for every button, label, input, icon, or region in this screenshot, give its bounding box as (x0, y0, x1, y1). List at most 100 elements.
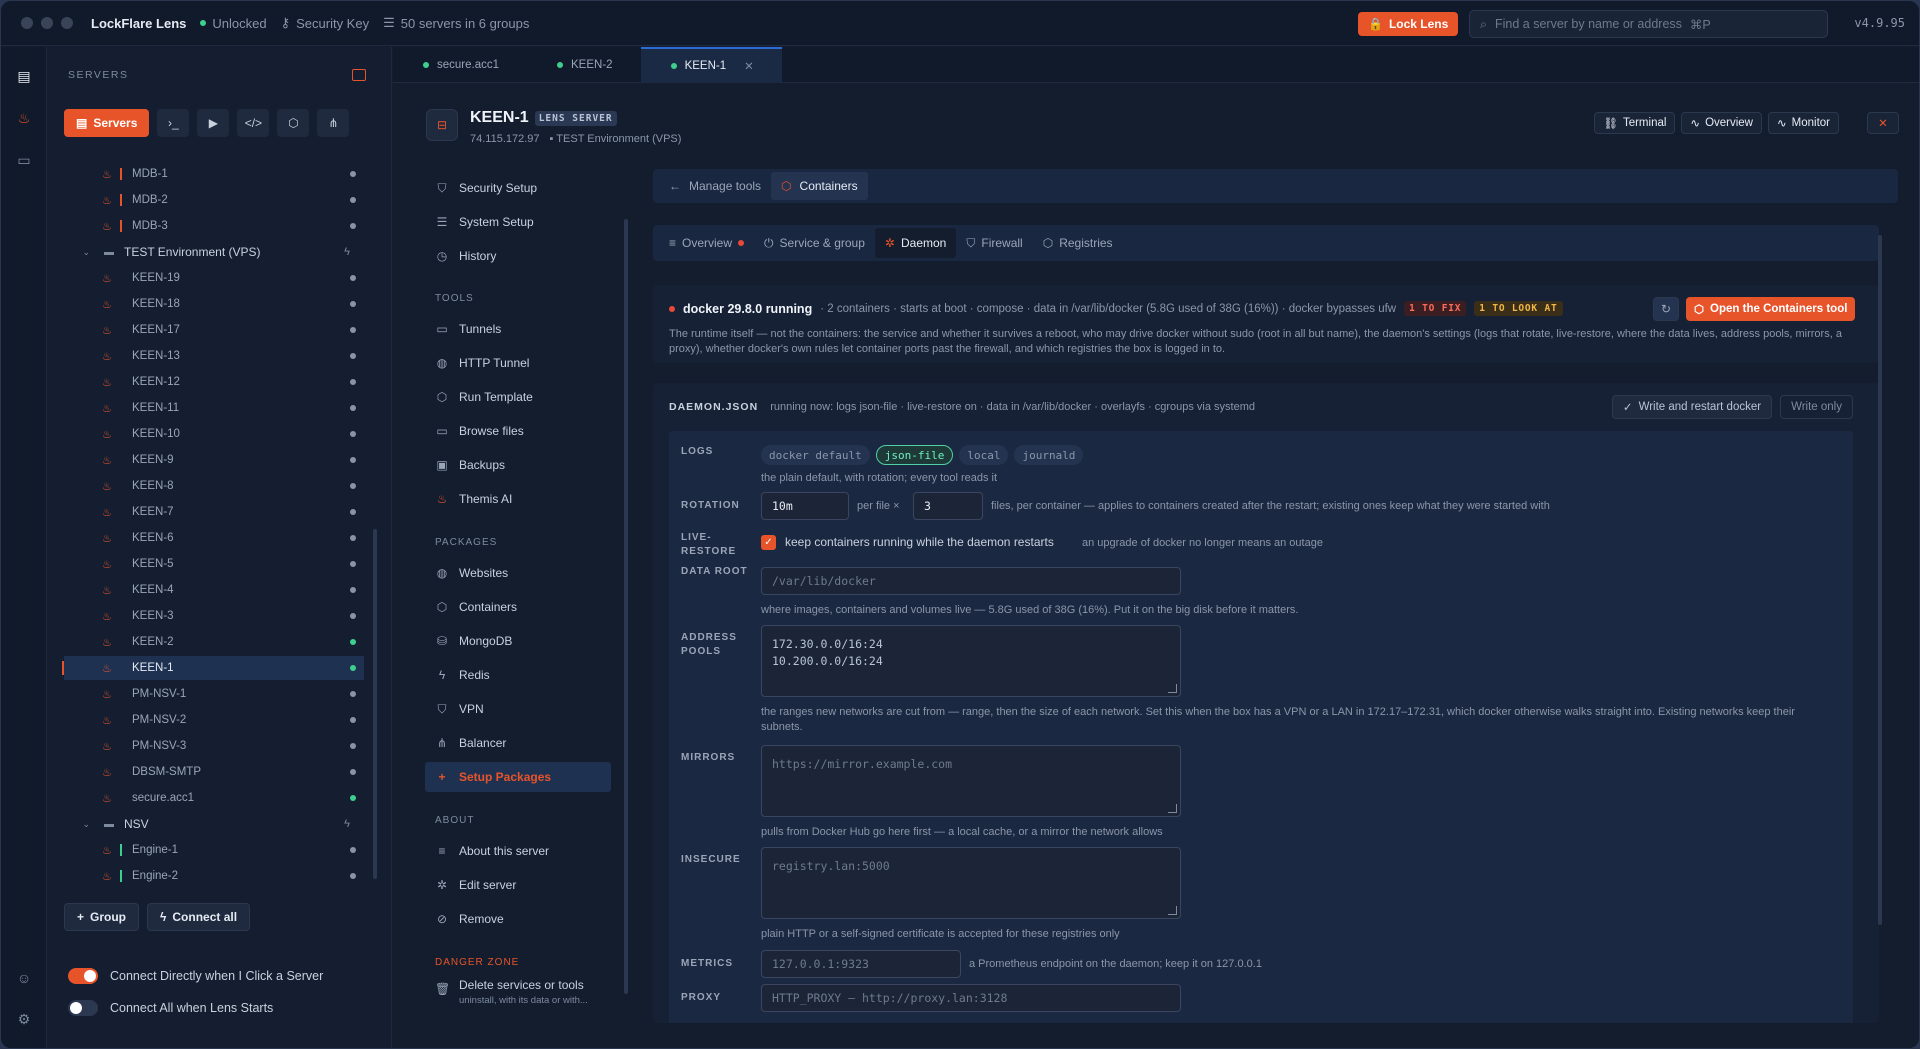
tree-server[interactable]: ♨ KEEN-19 (64, 266, 364, 290)
menu-vpn[interactable]: ⛉ VPN (425, 694, 611, 724)
play-tab[interactable]: ▶ (197, 109, 230, 137)
add-group-button[interactable]: + Group (64, 903, 140, 931)
tree-server[interactable]: ♨ KEEN-2 (64, 630, 364, 654)
menu-setup-packages[interactable]: + Setup Packages (425, 762, 611, 792)
log-driver-option[interactable]: journald (1014, 445, 1084, 465)
tab-registries[interactable]: ⬡ Registries (1033, 228, 1123, 258)
connect-all-button[interactable]: ϟ Connect all (147, 903, 251, 931)
menu-containers[interactable]: ⬡ Containers (425, 592, 611, 622)
tree-server[interactable]: ♨ KEEN-11 (64, 396, 364, 420)
package-tab[interactable]: ⬡ (277, 109, 310, 137)
menu-mongodb[interactable]: ⛁ MongoDB (425, 626, 611, 656)
tab-firewall[interactable]: ⛉ Firewall (956, 228, 1032, 258)
menu-system-setup[interactable]: ☰ System Setup (425, 207, 611, 237)
tree-server[interactable]: ♨ MDB-2 (64, 188, 364, 212)
menu-websites[interactable]: ◍ Websites (425, 558, 611, 588)
terminal-button[interactable]: ⛓ Terminal (1594, 112, 1676, 134)
rotation-size-input[interactable]: 10m (761, 492, 849, 520)
tree-group[interactable]: ⌄ ▬ TEST Environment (VPS) ϟ (64, 240, 364, 264)
log-driver-option[interactable]: docker default (761, 445, 870, 465)
tree-server[interactable]: ♨ KEEN-17 (64, 318, 364, 342)
servers-rail-icon[interactable]: ▤ (15, 67, 33, 85)
refresh-button[interactable]: ↻ (1653, 297, 1679, 321)
metrics-input[interactable]: 127.0.0.1:9323 (761, 950, 961, 978)
sidebar-collapse-icon[interactable] (352, 69, 366, 81)
tree-server[interactable]: ♨ PM-NSV-3 (64, 734, 364, 758)
gear-icon[interactable]: ⚙ (15, 1010, 33, 1028)
connect-all-start-toggle[interactable] (68, 1000, 98, 1016)
tree-server[interactable]: ♨ MDB-1 (64, 162, 364, 186)
tree-server[interactable]: ♨ KEEN-7 (64, 500, 364, 524)
tree-server[interactable]: ♨ KEEN-18 (64, 292, 364, 316)
menu-themis-ai[interactable]: ♨ Themis AI (425, 484, 611, 514)
tree-server[interactable]: ♨ Engine-2 (64, 864, 364, 888)
menu-browse-files[interactable]: ▭ Browse files (425, 416, 611, 446)
mirrors-textarea[interactable]: https://mirror.example.com (761, 745, 1181, 817)
server-tab[interactable]: KEEN-2 (527, 47, 641, 83)
address-pools-textarea[interactable]: 172.30.0.0/16:24 10.200.0.0/16:24 (761, 625, 1181, 697)
tree-server[interactable]: ♨ KEEN-6 (64, 526, 364, 550)
live-restore-checkbox[interactable]: ✓ (761, 535, 776, 550)
maximize-window-button[interactable] (61, 17, 73, 29)
log-driver-option[interactable]: local (959, 445, 1009, 465)
tree-server[interactable]: ♨ KEEN-9 (64, 448, 364, 472)
content-scrollbar[interactable] (1878, 235, 1882, 925)
menu-run-template[interactable]: ⬡ Run Template (425, 382, 611, 412)
tree-server[interactable]: ♨ secure.acc1 (64, 786, 364, 810)
tree-server[interactable]: ♨ PM-NSV-2 (64, 708, 364, 732)
network-tab[interactable]: ⋔ (317, 109, 350, 137)
tab-daemon[interactable]: ✲ Daemon (874, 228, 957, 258)
minimize-window-button[interactable] (41, 17, 53, 29)
users-rail-icon[interactable]: ☺ (15, 969, 33, 987)
menu-about-server[interactable]: ≡ About this server (425, 836, 611, 866)
log-driver-option[interactable]: json-file (875, 445, 954, 465)
lock-lens-button[interactable]: 🔒 Lock Lens (1358, 12, 1459, 36)
tab-service-group[interactable]: ⏻ Service & group (754, 228, 875, 258)
terminal-tab[interactable]: ›_ (157, 109, 190, 137)
servers-tab[interactable]: ▤ Servers (64, 109, 150, 137)
folder-rail-icon[interactable]: ▭ (15, 151, 33, 169)
manage-tools-link[interactable]: ← Manage tools (659, 172, 771, 200)
menu-redis[interactable]: ϟ Redis (425, 660, 611, 690)
insecure-textarea[interactable]: registry.lan:5000 (761, 847, 1181, 919)
flame-rail-icon[interactable]: ♨ (15, 109, 33, 127)
tree-server[interactable]: ♨ MDB-3 (64, 214, 364, 238)
write-restart-button[interactable]: ✓ Write and restart docker (1611, 395, 1773, 419)
tree-server[interactable]: ♨ Engine-1 (64, 838, 364, 862)
menu-http-tunnel[interactable]: ◍ HTTP Tunnel (425, 348, 611, 378)
write-only-button[interactable]: Write only (1780, 395, 1853, 419)
menu-backups[interactable]: ▣ Backups (425, 450, 611, 480)
close-window-button[interactable] (21, 17, 33, 29)
rotation-files-input[interactable]: 3 (913, 492, 983, 520)
containers-crumb[interactable]: ⬡ Containers (771, 172, 868, 200)
close-icon[interactable]: ✕ (744, 59, 754, 73)
tab-overview[interactable]: ≡ Overview (659, 228, 754, 258)
menu-edit-server[interactable]: ✲ Edit server (425, 870, 611, 900)
menu-delete-services[interactable]: 🗑 Delete services or tools uninstall, with… (425, 978, 611, 1012)
tree-server[interactable]: ♨ KEEN-8 (64, 474, 364, 498)
server-tab[interactable]: secure.acc1 (393, 47, 527, 83)
overview-button[interactable]: ∿ Overview (1681, 112, 1762, 134)
menu-scrollbar[interactable] (624, 219, 628, 994)
tree-server[interactable]: ♨ PM-NSV-1 (64, 682, 364, 706)
tree-server[interactable]: ♨ KEEN-5 (64, 552, 364, 576)
menu-balancer[interactable]: ⋔ Balancer (425, 728, 611, 758)
server-tab[interactable]: KEEN-1 ✕ (640, 47, 782, 83)
code-tab[interactable]: </> (237, 109, 270, 137)
tree-server[interactable]: ♨ KEEN-4 (64, 578, 364, 602)
open-containers-tool-button[interactable]: ⬡ Open the Containers tool (1686, 297, 1856, 321)
menu-remove[interactable]: ⊘ Remove (425, 904, 611, 934)
monitor-button[interactable]: ∿ Monitor (1768, 112, 1839, 134)
server-search-input[interactable]: ⌕ Find a server by name or address ⌘P (1469, 10, 1828, 38)
menu-tunnels[interactable]: ▭ Tunnels (425, 314, 611, 344)
tree-server[interactable]: ♨ KEEN-10 (64, 422, 364, 446)
tree-server[interactable]: ♨ KEEN-1 (62, 656, 364, 680)
data-root-input[interactable]: /var/lib/docker (761, 567, 1181, 595)
security-key[interactable]: ⚷ Security Key (281, 15, 370, 31)
tree-server[interactable]: ♨ KEEN-12 (64, 370, 364, 394)
tree-server[interactable]: ♨ KEEN-13 (64, 344, 364, 368)
menu-history[interactable]: ◷ History (425, 241, 611, 271)
tree-server[interactable]: ♨ KEEN-3 (64, 604, 364, 628)
tree-server[interactable]: ♨ DBSM-SMTP (64, 760, 364, 784)
connect-directly-toggle[interactable] (68, 968, 98, 984)
